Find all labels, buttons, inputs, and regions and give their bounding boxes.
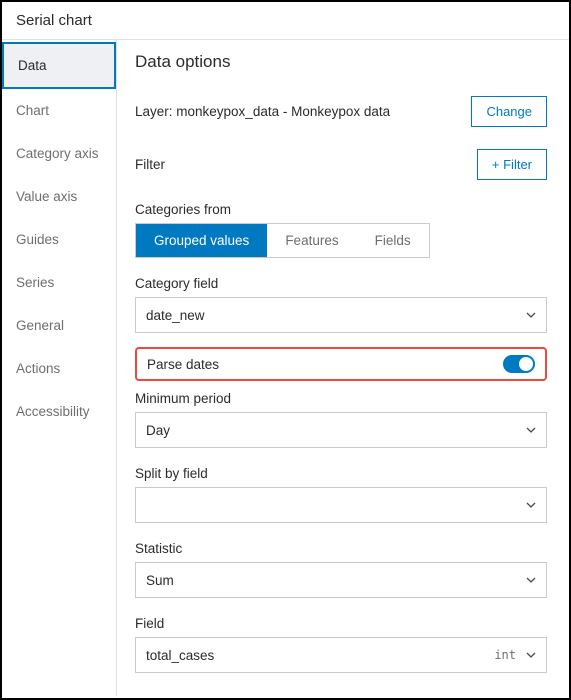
minimum-period-select[interactable]: Day [135,412,547,448]
category-field-select[interactable]: date_new [135,297,547,333]
change-button[interactable]: Change [471,96,547,127]
sidebar-item-accessibility[interactable]: Accessibility [2,390,116,433]
layer-label: Layer: monkeypox_data - Monkeypox data [135,104,390,119]
sidebar-item-series[interactable]: Series [2,261,116,304]
parse-dates-label: Parse dates [147,357,219,372]
seg-features[interactable]: Features [267,224,356,257]
field-value: total_cases [146,648,214,663]
categories-from-segmented: Grouped values Features Fields [135,223,430,258]
statistic-select[interactable]: Sum [135,562,547,598]
sidebar-item-actions[interactable]: Actions [2,347,116,390]
parse-dates-row: Parse dates [135,347,547,381]
chevron-down-icon [526,500,536,510]
minimum-period-value: Day [146,423,170,438]
statistic-label: Statistic [135,541,547,556]
parse-dates-toggle[interactable] [503,355,535,373]
statistic-value: Sum [146,573,174,588]
category-field-label: Category field [135,276,547,291]
main-title: Data options [135,52,547,72]
chevron-down-icon [526,650,536,660]
chevron-down-icon [526,575,536,585]
minimum-period-label: Minimum period [135,391,547,406]
category-field-value: date_new [146,308,205,323]
filter-label: Filter [135,157,165,172]
split-by-select[interactable] [135,487,547,523]
split-by-label: Split by field [135,466,547,481]
seg-fields[interactable]: Fields [357,224,429,257]
sidebar-item-value-axis[interactable]: Value axis [2,175,116,218]
panel-title: Serial chart [2,2,569,40]
sidebar: Data Chart Category axis Value axis Guid… [2,40,117,696]
chevron-down-icon [526,310,536,320]
field-select[interactable]: total_cases int [135,637,547,673]
sidebar-item-general[interactable]: General [2,304,116,347]
sidebar-item-chart[interactable]: Chart [2,89,116,132]
sidebar-item-category-axis[interactable]: Category axis [2,132,116,175]
field-type-badge: int [494,648,516,662]
field-label: Field [135,616,547,631]
add-filter-button[interactable]: + Filter [477,149,547,180]
sidebar-item-guides[interactable]: Guides [2,218,116,261]
chevron-down-icon [526,425,536,435]
main-panel: Data options Layer: monkeypox_data - Mon… [117,40,569,696]
sidebar-item-data[interactable]: Data [2,42,116,89]
seg-grouped-values[interactable]: Grouped values [136,224,267,257]
categories-from-label: Categories from [135,202,547,217]
